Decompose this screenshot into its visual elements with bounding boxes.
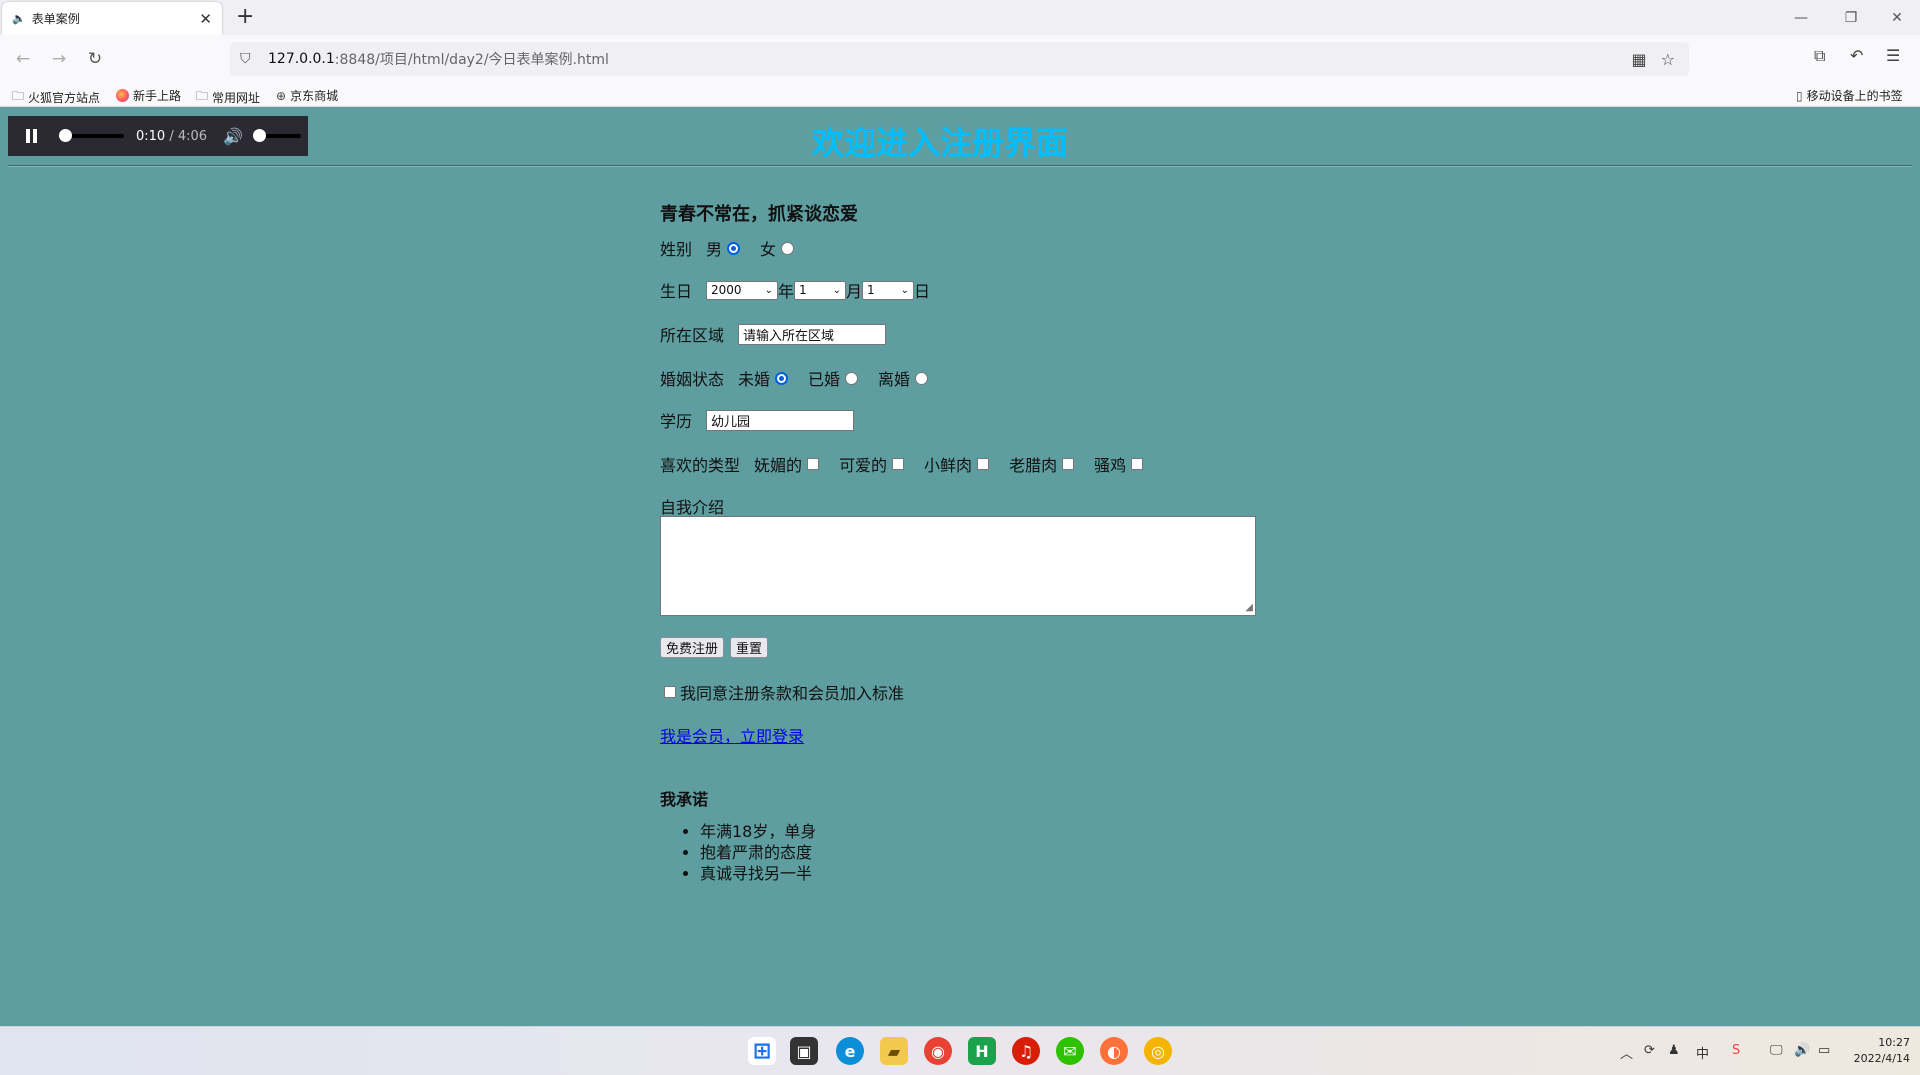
gender-male-radio[interactable] — [727, 241, 741, 255]
birth-day-select[interactable]: 1 ⌄ — [862, 280, 915, 300]
task-view-icon[interactable]: ▣ — [790, 1037, 818, 1065]
mobile-icon: ▯ — [1796, 88, 1803, 103]
member-login-link[interactable]: 我是会员，立即登录 — [660, 723, 804, 747]
chevron-down-icon: ⌄ — [764, 284, 774, 296]
close-tab-icon[interactable]: ✕ — [199, 10, 212, 28]
close-window-button[interactable]: ✕ — [1874, 0, 1920, 35]
page-headline: 欢迎进入注册界面 — [811, 124, 1068, 162]
divider — [8, 165, 1912, 167]
bookmark-star-icon[interactable]: ☆ — [1661, 50, 1675, 69]
region-row: 所在区域 请输入所在区域 — [660, 322, 887, 346]
likes-row: 喜欢的类型 妩媚的 可爱的 小鲜肉 老腊肉 骚鸡 — [660, 452, 1163, 476]
intro-textarea[interactable]: ◢ — [660, 516, 1256, 616]
back-button[interactable]: ← — [10, 46, 36, 72]
tab-title: 表单案例 — [31, 12, 80, 26]
firefox-icon[interactable]: ◐ — [1100, 1037, 1128, 1065]
marriage-divorced-radio[interactable] — [915, 371, 929, 385]
tab-form-demo[interactable]: 🔈 表单案例 ✕ — [2, 2, 222, 35]
birthday-row: 生日 2000 ⌄ 年 1 ⌄ 月 1 ⌄ 日 — [660, 280, 931, 301]
volume-icon[interactable]: 🔊 — [1794, 1043, 1810, 1058]
firefox-icon — [116, 89, 129, 102]
page-content: 0:10 / 4:06 🔊 欢迎进入注册界面 青春不常在，抓紧谈恋爱 姓别 男 … — [0, 108, 1920, 1026]
list-item: 真诚寻找另一半 — [700, 863, 816, 884]
qq-icon[interactable]: ♟ — [1668, 1043, 1680, 1058]
qr-code-icon[interactable]: ▦ — [1632, 50, 1647, 69]
navigation-bar: ← → ↻ ⛉ ▯ 127.0.0.1 :8848/项目/html/day2/今… — [0, 35, 1920, 1068]
speaker-icon[interactable]: 🔈 — [12, 12, 26, 25]
bookmark-firefox-site[interactable]: 🗀 火狐官方站点 — [12, 87, 100, 108]
chrome-canary-icon[interactable]: ◎ — [1144, 1037, 1172, 1065]
education-input[interactable]: 幼儿园 — [706, 409, 855, 431]
bookmarks-toolbar: 🗀 火狐官方站点 新手上路 🗀 常用网址 ⊕ 京东商城 ▯ 移动设备上的书签 — [0, 83, 1920, 107]
shield-icon[interactable]: ⛉ — [240, 51, 262, 67]
like-cute-checkbox[interactable] — [892, 458, 905, 470]
chevron-down-icon: ⌄ — [900, 284, 910, 296]
globe-icon: ⊕ — [276, 88, 287, 103]
windows-start-icon[interactable]: ⊞ — [748, 1037, 776, 1065]
url-path: :8848/项目/html/day2/今日表单案例.html — [334, 52, 609, 68]
folder-icon: 🗀 — [12, 89, 25, 103]
birth-year-select[interactable]: 2000 ⌄ — [706, 280, 779, 300]
education-row: 学历 幼儿园 — [660, 408, 855, 432]
crop-icon[interactable]: ⧉ — [1814, 46, 1825, 66]
agree-checkbox[interactable] — [664, 686, 676, 698]
gender-female-radio[interactable] — [781, 241, 795, 255]
clock[interactable]: 10:27 2022/4/14 — [1854, 1035, 1910, 1067]
url-host: 127.0.0.1 — [268, 51, 335, 67]
like-flirty-checkbox[interactable] — [1131, 458, 1144, 470]
promise-title: 我承诺 — [660, 790, 709, 809]
netease-music-icon[interactable]: ♫ — [1012, 1037, 1040, 1065]
edge-icon[interactable]: e — [836, 1037, 864, 1065]
chevron-down-icon: ⌄ — [832, 284, 842, 296]
network-icon[interactable]: 🖵 — [1770, 1043, 1783, 1058]
file-explorer-icon[interactable]: ▰ — [880, 1037, 908, 1065]
minimize-button[interactable]: — — [1778, 0, 1824, 35]
tab-strip: 🔈 表单案例 ✕ + — ❐ ✕ — [0, 0, 1920, 35]
forward-button[interactable]: → — [46, 46, 72, 72]
menu-icon[interactable]: ☰ — [1886, 46, 1900, 65]
list-item: 抱着严肃的态度 — [700, 842, 816, 863]
sogou-icon[interactable]: S — [1732, 1043, 1740, 1058]
promise-list: 年满18岁，单身 抱着严肃的态度 真诚寻找另一半 — [700, 821, 816, 884]
hbuilder-icon[interactable]: H — [968, 1037, 996, 1065]
marriage-single-radio[interactable] — [775, 371, 789, 385]
reset-button[interactable]: 重置 — [730, 637, 769, 658]
form-title: 青春不常在，抓紧谈恋爱 — [660, 204, 858, 225]
url-bar[interactable]: ⛉ ▯ 127.0.0.1 :8848/项目/html/day2/今日表单案例.… — [230, 42, 1689, 1068]
intro-label: 自我介绍 — [660, 498, 725, 517]
mobile-bookmarks[interactable]: ▯ 移动设备上的书签 — [1796, 87, 1903, 104]
register-button[interactable]: 免费注册 — [660, 637, 725, 658]
folder-icon: 🗀 — [196, 89, 209, 103]
region-input[interactable]: 请输入所在区域 — [738, 323, 887, 345]
agree-row: 我同意注册条款和会员加入标准 — [660, 680, 904, 704]
wechat-icon[interactable]: ✉ — [1056, 1037, 1084, 1065]
new-tab-button[interactable]: + — [236, 4, 254, 30]
battery-icon[interactable]: ▭ — [1818, 1043, 1830, 1058]
chevron-up-icon[interactable]: ︿ — [1620, 1043, 1633, 1062]
like-mature-checkbox[interactable] — [1062, 458, 1075, 470]
restore-button[interactable]: ❐ — [1828, 0, 1874, 35]
button-row: 免费注册 重置 — [660, 637, 774, 658]
bookmark-jd[interactable]: ⊕ 京东商城 — [276, 87, 338, 104]
like-charming-checkbox[interactable] — [807, 458, 820, 470]
sync-icon[interactable]: ⟳ — [1644, 1043, 1655, 1058]
resize-grip-icon[interactable]: ◢ — [1245, 602, 1253, 613]
taskbar: ⊞ ▣ e ▰ ◉ H ♫ ✉ ◐ ◎ ︿ ⟳ ♟ 中 S 🖵 🔊 ▭ 10:2… — [0, 1026, 1920, 1075]
marriage-row: 婚姻状态 未婚 已婚 离婚 — [660, 366, 948, 390]
gender-row: 姓别 男 女 — [660, 236, 814, 260]
bookmark-getting-started[interactable]: 新手上路 — [116, 87, 181, 104]
list-item: 年满18岁，单身 — [700, 821, 816, 842]
birth-month-select[interactable]: 1 ⌄ — [794, 280, 847, 300]
ime-icon[interactable]: 中 — [1696, 1043, 1709, 1062]
bookmark-common-sites[interactable]: 🗀 常用网址 — [196, 87, 260, 108]
login-row: 我是会员，立即登录 — [660, 723, 804, 747]
chrome-icon[interactable]: ◉ — [924, 1037, 952, 1065]
like-young-checkbox[interactable] — [977, 458, 990, 470]
reload-button[interactable]: ↻ — [82, 46, 108, 72]
marriage-married-radio[interactable] — [845, 371, 859, 385]
undo-icon[interactable]: ↶ — [1850, 46, 1863, 65]
